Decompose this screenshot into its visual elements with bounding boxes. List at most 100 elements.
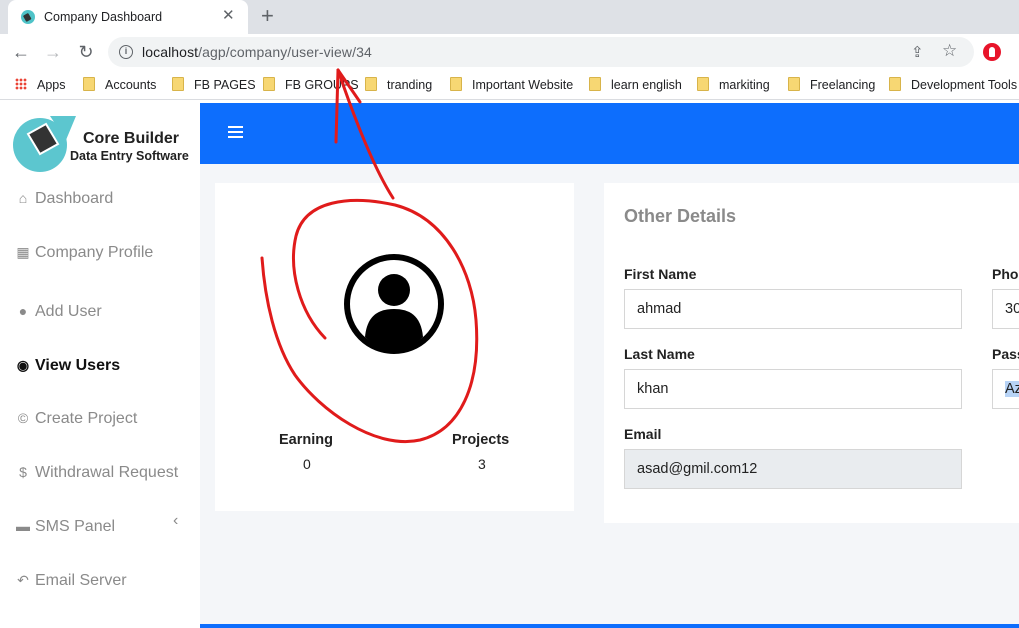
share-icon[interactable]: ⇪	[911, 43, 924, 61]
sidebar-item-view-users[interactable]: ◉ View Users	[15, 357, 120, 375]
reload-icon[interactable]: ↻	[75, 41, 97, 63]
password-label: Pass	[992, 346, 1019, 362]
bookmark-item[interactable]: Development Tools	[889, 76, 1017, 94]
site-info-icon[interactable]: i	[119, 45, 133, 59]
browser-tab-strip: Company Dashboard ✕ +	[0, 0, 1019, 34]
building-icon: ▦	[16, 244, 30, 260]
bookmark-item[interactable]: learn english	[589, 76, 682, 94]
bookmark-item[interactable]: markiting	[697, 76, 770, 94]
comment-icon: ▬	[16, 518, 30, 534]
password-value: Az	[1005, 381, 1019, 397]
site-favicon-icon	[21, 10, 35, 24]
bookmark-item[interactable]: Important Website	[450, 76, 573, 94]
folder-icon	[589, 77, 601, 91]
other-details-card: Other Details First Name ahmad Last Name…	[604, 183, 1019, 523]
phone-field[interactable]: 30	[992, 289, 1019, 329]
url-path: /agp/company/user-view/34	[198, 44, 372, 60]
last-name-label: Last Name	[624, 346, 695, 362]
user-avatar-icon	[344, 254, 444, 354]
new-tab-button[interactable]: +	[261, 4, 274, 28]
password-field[interactable]: Az	[992, 369, 1019, 409]
email-label: Email	[624, 426, 662, 442]
bookmark-item[interactable]: Freelancing	[788, 76, 875, 94]
bookmark-label: learn english	[611, 78, 682, 92]
user-icon: ●	[18, 303, 28, 319]
back-arrow-icon[interactable]: ←	[10, 41, 32, 63]
sidebar-item-create-project[interactable]: © Create Project	[15, 410, 137, 428]
folder-icon	[83, 77, 95, 91]
projects-value: 3	[478, 456, 486, 472]
reply-icon: ↶	[17, 572, 29, 588]
sidebar-item-label: Withdrawal Request	[35, 464, 179, 481]
folder-icon	[697, 77, 709, 91]
sidebar-item-add-user[interactable]: ● Add User	[15, 303, 102, 321]
folder-icon	[450, 77, 462, 91]
first-name-label: First Name	[624, 266, 697, 282]
profile-card: Earning 0 Projects 3	[215, 183, 574, 511]
top-navbar	[200, 103, 1019, 164]
brand-name: Core Builder	[83, 130, 180, 147]
bookmark-item[interactable]: FB PAGES	[172, 76, 256, 94]
url-text[interactable]: localhost/agp/company/user-view/34	[142, 44, 372, 60]
sidebar-item-label: Add User	[35, 303, 102, 320]
core-builder-logo-icon[interactable]	[10, 112, 76, 174]
sidebar-item-label: Dashboard	[35, 190, 114, 207]
bookmark-item[interactable]: FB GROUPS	[263, 76, 359, 94]
footer-bar	[200, 624, 1019, 628]
last-name-field[interactable]: khan	[624, 369, 962, 409]
browser-toolbar: ← → ↻ i localhost/agp/company/user-view/…	[0, 34, 1019, 70]
sidebar-item-company-profile[interactable]: ▦ Company Profile	[15, 244, 153, 262]
folder-icon	[263, 77, 275, 91]
sidebar-item-label: Email Server	[35, 572, 127, 589]
earning-label: Earning	[279, 432, 333, 448]
bookmark-apps[interactable]: Apps	[15, 76, 66, 94]
folder-icon	[889, 77, 901, 91]
bookmark-item[interactable]: Accounts	[83, 76, 156, 94]
cc-icon: ©	[17, 410, 29, 426]
bookmark-label: markiting	[719, 78, 770, 92]
tab-title: Company Dashboard	[44, 10, 163, 24]
hamburger-menu-icon[interactable]	[228, 126, 243, 138]
sidebar-item-sms-panel[interactable]: ▬ SMS Panel	[15, 518, 115, 536]
bookmark-label: Apps	[37, 78, 66, 92]
sidebar: Core Builder Data Entry Software ⌂ Dashbo…	[0, 101, 200, 628]
extension-icon[interactable]	[983, 43, 1001, 61]
sidebar-item-label: Create Project	[35, 410, 138, 427]
details-title: Other Details	[624, 206, 737, 226]
folder-icon	[788, 77, 800, 91]
url-host: localhost	[142, 44, 199, 60]
folder-icon	[172, 77, 184, 91]
forward-arrow-icon[interactable]: →	[42, 41, 64, 63]
bookmark-item[interactable]: tranding	[365, 76, 432, 94]
brand-tagline: Data Entry Software	[70, 149, 189, 163]
address-bar[interactable]: i localhost/agp/company/user-view/34 ⇪ ☆	[108, 37, 974, 67]
browser-tab[interactable]: Company Dashboard ✕	[8, 0, 248, 34]
earning-value: 0	[303, 456, 311, 472]
bookmark-label: tranding	[387, 78, 433, 92]
eye-icon: ◉	[16, 357, 30, 373]
apps-icon	[15, 78, 27, 90]
bookmark-label: Important Website	[472, 78, 574, 92]
bookmark-label: FB GROUPS	[285, 78, 359, 92]
phone-label: Pho	[992, 266, 1019, 282]
bookmark-label: Development Tools	[911, 78, 1018, 92]
email-field[interactable]: asad@gmil.com12	[624, 449, 962, 489]
bookmark-label: Accounts	[105, 78, 157, 92]
bookmarks-bar: Apps Accounts FB PAGES FB GROUPS trandin…	[0, 70, 1019, 100]
sidebar-item-label: SMS Panel	[35, 518, 116, 535]
projects-label: Projects	[452, 432, 510, 448]
home-icon: ⌂	[18, 190, 28, 206]
dollar-icon: $	[19, 464, 27, 480]
chevron-left-icon[interactable]: ‹	[173, 512, 178, 530]
bookmark-label: Freelancing	[810, 78, 876, 92]
bookmark-star-icon[interactable]: ☆	[942, 41, 957, 61]
bookmark-label: FB PAGES	[194, 78, 256, 92]
sidebar-item-label: View Users	[35, 357, 121, 374]
sidebar-item-withdrawal-request[interactable]: $ Withdrawal Request	[15, 464, 178, 482]
sidebar-item-label: Company Profile	[35, 244, 154, 261]
first-name-field[interactable]: ahmad	[624, 289, 962, 329]
close-tab-icon[interactable]: ✕	[222, 8, 235, 24]
sidebar-item-dashboard[interactable]: ⌂ Dashboard	[15, 190, 114, 208]
sidebar-item-email-server[interactable]: ↶ Email Server	[15, 572, 127, 590]
folder-icon	[365, 77, 377, 91]
